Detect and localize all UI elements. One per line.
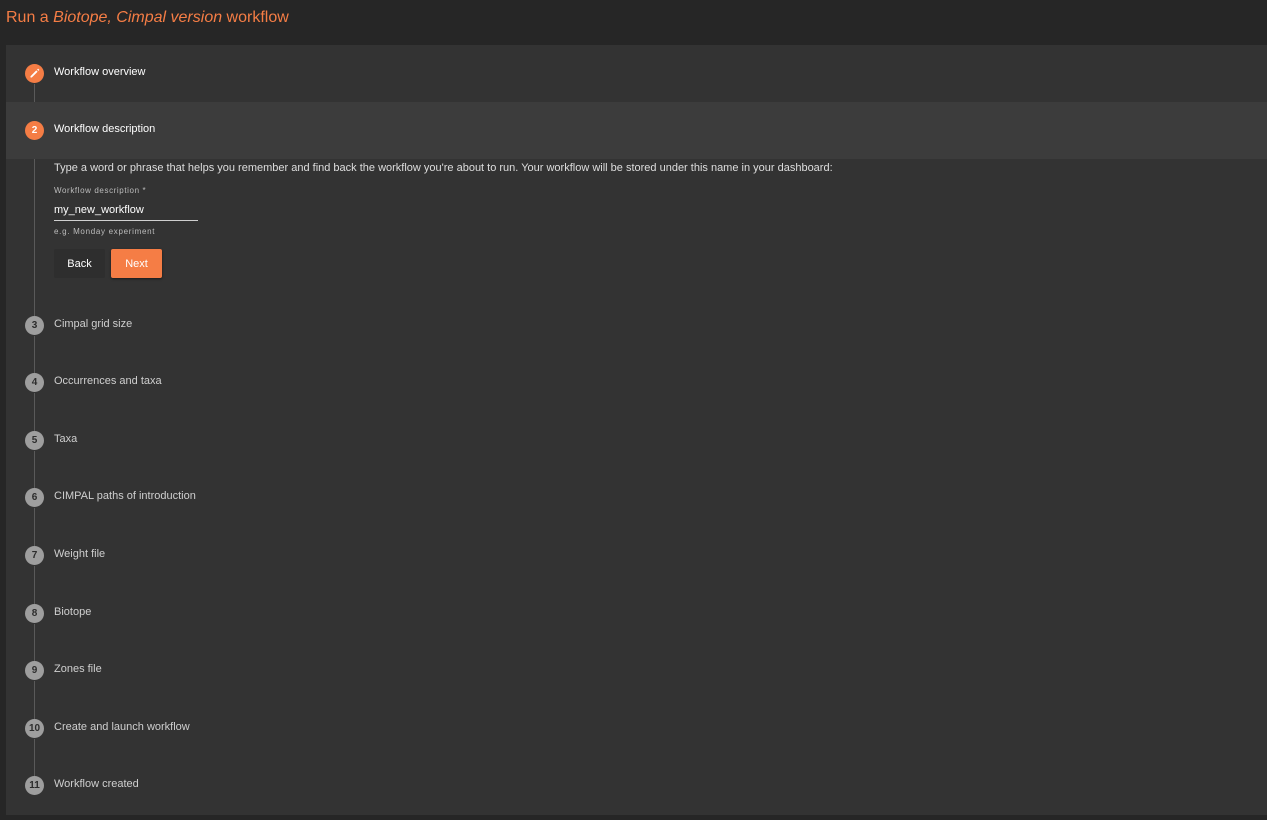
step-label: Weight file <box>54 548 106 560</box>
step-number: 5 <box>25 431 44 450</box>
step-number: 7 <box>25 546 44 565</box>
workflow-description-label: Workflow description * <box>54 186 147 195</box>
step-connector <box>34 141 35 316</box>
instructions-text: Type a word or phrase that helps you rem… <box>54 162 833 174</box>
page-title: Run a Biotope, Cimpal version workflow <box>6 9 289 27</box>
workflow-description-hint: e.g. Monday experiment <box>54 227 156 236</box>
back-button[interactable]: Back <box>54 249 105 278</box>
step-workflow-created[interactable]: 11 Workflow created <box>6 757 1267 814</box>
step-number: 4 <box>25 373 44 392</box>
title-prefix: Run a <box>6 9 54 26</box>
step-taxa[interactable]: 5 Taxa <box>6 412 1267 469</box>
step-number: 11 <box>25 776 44 795</box>
step-create-and-launch-workflow[interactable]: 10 Create and launch workflow <box>6 700 1267 757</box>
pencil-icon <box>25 64 44 83</box>
step-label: Biotope <box>54 606 92 618</box>
page-header: Run a Biotope, Cimpal version workflow <box>0 0 1267 40</box>
step-label: Zones file <box>54 663 102 675</box>
step-number: 9 <box>25 661 44 680</box>
step-label: Occurrences and taxa <box>54 375 162 387</box>
step-label: Workflow description <box>54 123 156 135</box>
step-biotope[interactable]: 8 Biotope <box>6 585 1267 642</box>
step-workflow-description[interactable]: 2 Workflow description <box>6 102 1267 159</box>
step-number: 6 <box>25 488 44 507</box>
title-suffix: workflow <box>222 9 289 26</box>
step-label: Workflow created <box>54 778 139 790</box>
step-weight-file[interactable]: 7 Weight file <box>6 527 1267 584</box>
step-label: Taxa <box>54 433 78 445</box>
step-number: 3 <box>25 316 44 335</box>
step-number: 10 <box>25 719 44 738</box>
step-cimpal-grid-size[interactable]: 3 Cimpal grid size <box>6 297 1267 354</box>
step-occurrences-and-taxa[interactable]: 4 Occurrences and taxa <box>6 354 1267 411</box>
step-workflow-overview[interactable]: Workflow overview <box>6 45 1267 102</box>
step-label: Cimpal grid size <box>54 318 133 330</box>
step-label: Create and launch workflow <box>54 721 190 733</box>
workflow-description-input[interactable] <box>54 200 198 221</box>
step-label: CIMPAL paths of introduction <box>54 490 196 502</box>
step-number: 2 <box>25 121 44 140</box>
next-button[interactable]: Next <box>111 249 162 278</box>
step-number: 8 <box>25 604 44 623</box>
step-cimpal-paths-of-introduction[interactable]: 6 CIMPAL paths of introduction <box>6 469 1267 526</box>
step-label: Workflow overview <box>54 66 146 78</box>
step-zones-file[interactable]: 9 Zones file <box>6 642 1267 699</box>
title-workflow-name: Biotope, Cimpal version <box>53 9 223 26</box>
page-bottom-edge <box>0 815 1267 820</box>
